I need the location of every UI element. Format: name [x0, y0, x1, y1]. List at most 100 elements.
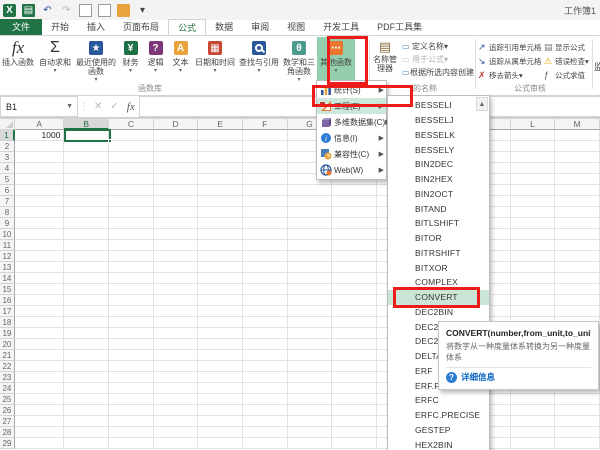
cell-L12[interactable] [511, 251, 556, 262]
cell-M29[interactable] [555, 438, 600, 449]
function-item-BITLSHIFT[interactable]: BITLSHIFT [388, 216, 489, 231]
cell-B17[interactable] [64, 306, 109, 317]
cell-D14[interactable] [154, 273, 199, 284]
button-错误检查[interactable]: ⚠错误检查 ▾ [544, 54, 596, 68]
cell-F3[interactable] [243, 152, 288, 163]
cell-E2[interactable] [198, 141, 243, 152]
cell-E10[interactable] [198, 229, 243, 240]
cell-A10[interactable] [15, 229, 65, 240]
cell-B22[interactable] [64, 361, 109, 372]
cell-C21[interactable] [109, 350, 154, 361]
cell-M9[interactable] [555, 218, 600, 229]
menu-item-web[interactable]: Web(W)▶ [317, 162, 386, 178]
tab-开始[interactable]: 开始 [42, 19, 78, 35]
cell-E9[interactable] [198, 218, 243, 229]
cell-F19[interactable] [243, 328, 288, 339]
select-all-corner[interactable] [0, 118, 15, 130]
cell-C13[interactable] [109, 262, 154, 273]
cell-E11[interactable] [198, 240, 243, 251]
cell-E26[interactable] [198, 405, 243, 416]
function-item-BITXOR[interactable]: BITXOR [388, 260, 489, 275]
cell-G23[interactable] [288, 372, 333, 383]
cell-A12[interactable] [15, 251, 65, 262]
cell-E5[interactable] [198, 174, 243, 185]
cell-H15[interactable] [332, 284, 377, 295]
row-header-15[interactable]: 15 [0, 284, 15, 295]
cell-L17[interactable] [511, 306, 556, 317]
ribbon-button-fx[interactable]: fx插入函数 [0, 37, 36, 83]
cell-A4[interactable] [15, 163, 65, 174]
cell-H29[interactable] [332, 438, 377, 449]
cell-H23[interactable] [332, 372, 377, 383]
cell-F9[interactable] [243, 218, 288, 229]
cell-G26[interactable] [288, 405, 333, 416]
function-item-BESSELK[interactable]: BESSELK [388, 128, 489, 143]
cell-C4[interactable] [109, 163, 154, 174]
row-header-22[interactable]: 22 [0, 361, 15, 372]
folder-icon[interactable] [117, 4, 130, 17]
cell-D6[interactable] [154, 185, 199, 196]
button-根据所选内容创建[interactable]: ▭根据所选内容创建 [402, 66, 474, 79]
cell-C29[interactable] [109, 438, 154, 449]
cell-F12[interactable] [243, 251, 288, 262]
column-header-E[interactable]: E [198, 118, 243, 130]
cell-G14[interactable] [288, 273, 333, 284]
menu-item-compatibility[interactable]: 兼容性(C)▶ [317, 146, 386, 162]
name-box[interactable]: B1 ▼ [0, 96, 78, 117]
tab-页面布局[interactable]: 页面布局 [114, 19, 168, 35]
fill-handle[interactable] [108, 139, 112, 143]
cell-M12[interactable] [555, 251, 600, 262]
row-header-7[interactable]: 7 [0, 196, 15, 207]
row-header-1[interactable]: 1 [0, 130, 15, 141]
cell-C1[interactable] [109, 130, 154, 141]
worksheet-grid[interactable]: ABCDEFGHIJKLM110002345678910111213141516… [0, 118, 600, 450]
cell-C3[interactable] [109, 152, 154, 163]
cell-L2[interactable] [511, 141, 556, 152]
cell-E18[interactable] [198, 317, 243, 328]
cell-E17[interactable] [198, 306, 243, 317]
cell-E3[interactable] [198, 152, 243, 163]
cell-C15[interactable] [109, 284, 154, 295]
cell-A22[interactable] [15, 361, 65, 372]
cell-L27[interactable] [511, 416, 556, 427]
cell-C14[interactable] [109, 273, 154, 284]
function-item-BIN2OCT[interactable]: BIN2OCT [388, 187, 489, 202]
cell-C17[interactable] [109, 306, 154, 317]
cell-M10[interactable] [555, 229, 600, 240]
cell-D21[interactable] [154, 350, 199, 361]
cell-H27[interactable] [332, 416, 377, 427]
name-manager-button[interactable]: ▤ 名称管理器 [370, 39, 400, 73]
cell-C7[interactable] [109, 196, 154, 207]
cell-H28[interactable] [332, 427, 377, 438]
cell-M25[interactable] [555, 394, 600, 405]
cell-D26[interactable] [154, 405, 199, 416]
cell-A27[interactable] [15, 416, 65, 427]
cell-H12[interactable] [332, 251, 377, 262]
button-定义名称[interactable]: ▭定义名称 ▾ [402, 40, 474, 53]
cell-G12[interactable] [288, 251, 333, 262]
cell-D23[interactable] [154, 372, 199, 383]
cell-C25[interactable] [109, 394, 154, 405]
cell-A3[interactable] [15, 152, 65, 163]
cell-D18[interactable] [154, 317, 199, 328]
cell-H26[interactable] [332, 405, 377, 416]
cell-B25[interactable] [64, 394, 109, 405]
cell-F1[interactable] [243, 130, 288, 141]
function-item-COMPLEX[interactable]: COMPLEX [388, 275, 489, 290]
function-item-BIN2DEC[interactable]: BIN2DEC [388, 157, 489, 172]
row-header-28[interactable]: 28 [0, 427, 15, 438]
cell-M7[interactable] [555, 196, 600, 207]
cell-E19[interactable] [198, 328, 243, 339]
insert-function-icon[interactable]: fx [127, 101, 135, 113]
row-header-5[interactable]: 5 [0, 174, 15, 185]
row-header-2[interactable]: 2 [0, 141, 15, 152]
cell-A13[interactable] [15, 262, 65, 273]
cell-E23[interactable] [198, 372, 243, 383]
cell-F10[interactable] [243, 229, 288, 240]
cell-B20[interactable] [64, 339, 109, 350]
cell-C8[interactable] [109, 207, 154, 218]
cell-H8[interactable] [332, 207, 377, 218]
column-header-L[interactable]: L [511, 118, 556, 130]
cell-B12[interactable] [64, 251, 109, 262]
cell-G27[interactable] [288, 416, 333, 427]
